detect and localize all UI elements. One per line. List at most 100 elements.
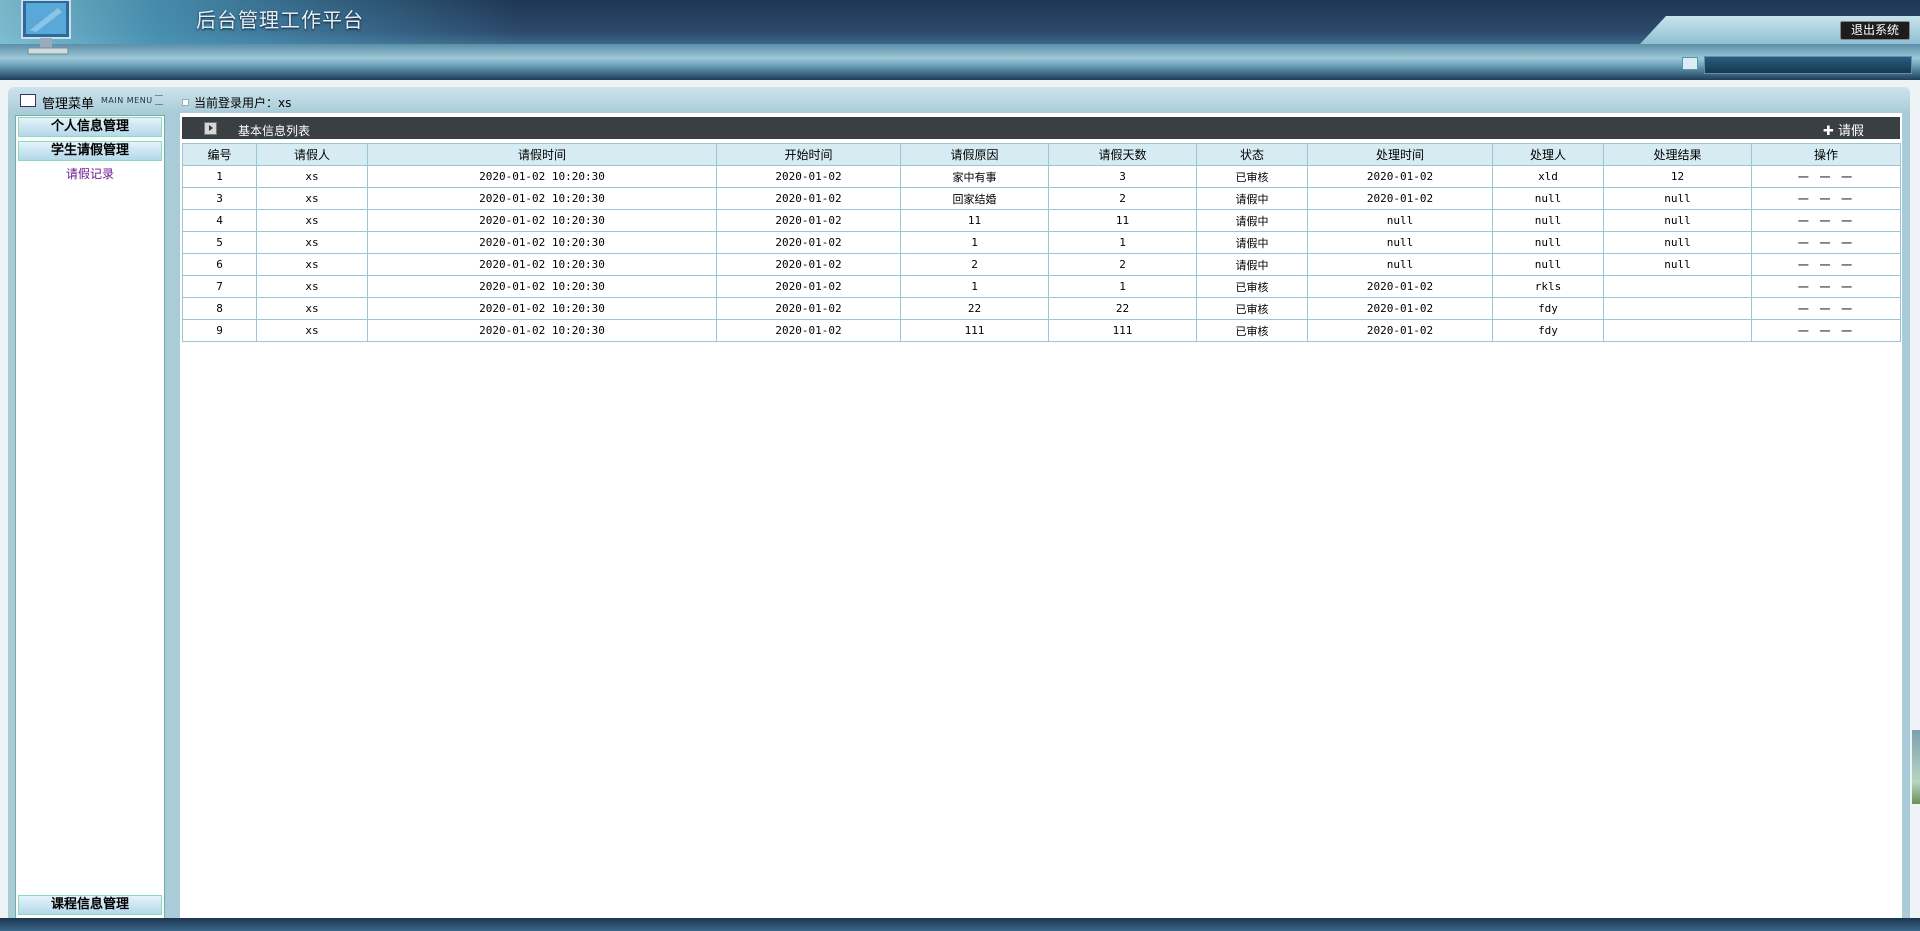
app-title: 后台管理工作平台 [196, 8, 364, 32]
table-cell: 6 [182, 253, 257, 276]
table-cell [1603, 297, 1752, 320]
table-cell: 2020-01-02 [716, 319, 901, 342]
table-cell: 2 [900, 253, 1049, 276]
table-cell: 11 [900, 209, 1049, 232]
table-cell: 1 [182, 165, 257, 188]
sidebar-section-leave-management[interactable]: 学生请假管理 [18, 141, 162, 161]
table-cell: 2 [1048, 253, 1197, 276]
table-cell: 2020-01-02 [716, 209, 901, 232]
table-cell: 已审核 [1196, 297, 1308, 320]
table-cell: xs [256, 319, 368, 342]
table-cell: 11 [1048, 209, 1197, 232]
menu-subtitle: MAIN MENU [101, 96, 153, 105]
table-cell: 请假中 [1196, 209, 1308, 232]
table-cell: 12 [1603, 165, 1752, 188]
table-row: 6 xs 2020-01-02 10:20:30 2020-01-02 2 2 请假中 nul… [182, 253, 1901, 276]
menu-collapse-icon[interactable] [155, 95, 163, 105]
column-header: 处理结果 [1603, 143, 1752, 166]
table-cell: 2020-01-02 [716, 253, 901, 276]
header-search-field[interactable] [1704, 56, 1912, 74]
table-cell: 1 [1048, 275, 1197, 298]
column-header: 操作 [1751, 143, 1901, 166]
menu-title: 管理菜单 [42, 97, 95, 112]
bullet-icon [182, 99, 189, 106]
monitor-logo-icon [21, 0, 71, 55]
app-header: 后台管理工作平台 退出系统 [0, 0, 1920, 80]
table-cell: null [1603, 187, 1752, 210]
main-divider [166, 113, 180, 918]
table-cell: xs [256, 209, 368, 232]
row-actions[interactable]: 一 一 一 [1751, 319, 1901, 342]
table-cell: 请假中 [1196, 187, 1308, 210]
table-cell: 2020-01-02 10:20:30 [367, 231, 717, 254]
table-cell: 2020-01-02 [716, 165, 901, 188]
table-cell: 2020-01-02 [716, 297, 901, 320]
screen-icon[interactable] [1682, 57, 1698, 70]
sidebar-section-personal-info[interactable]: 个人信息管理 [18, 117, 162, 137]
table-cell: xs [256, 297, 368, 320]
sidebar: 个人信息管理 学生请假管理 请假记录 课程信息管理 [15, 115, 165, 920]
sidebar-link-leave-records[interactable]: 请假记录 [16, 165, 164, 182]
table-cell: null [1492, 231, 1604, 254]
table-cell: 2020-01-02 [1307, 187, 1493, 210]
column-header: 请假人 [256, 143, 368, 166]
table-cell: 2020-01-02 10:20:30 [367, 275, 717, 298]
leave-table: 编号 请假人 请假时间 开始时间 请假原因 请假天数 状态 处理时间 处理人 处… [182, 143, 1901, 342]
table-cell: xs [256, 253, 368, 276]
row-actions[interactable]: 一 一 一 [1751, 187, 1901, 210]
table-cell: 已审核 [1196, 275, 1308, 298]
table-row: 5 xs 2020-01-02 10:20:30 2020-01-02 1 1 请假中 nul… [182, 231, 1901, 254]
table-cell: 2020-01-02 [1307, 275, 1493, 298]
table-cell: 2020-01-02 [1307, 297, 1493, 320]
table-cell: 22 [900, 297, 1049, 320]
table-cell: null [1307, 253, 1493, 276]
panel-title: 基本信息列表 [238, 124, 311, 138]
play-icon [204, 122, 217, 135]
row-actions[interactable]: 一 一 一 [1751, 297, 1901, 320]
table-cell: 3 [182, 187, 257, 210]
row-actions[interactable]: 一 一 一 [1751, 209, 1901, 232]
side-scroll-handle[interactable] [1912, 730, 1920, 804]
add-leave-button[interactable]: ✚ 请假 [1823, 120, 1864, 139]
table-cell: null [1492, 253, 1604, 276]
logout-button[interactable]: 退出系统 [1840, 21, 1910, 40]
table-cell: 3 [1048, 165, 1197, 188]
row-actions[interactable]: 一 一 一 [1751, 275, 1901, 298]
row-actions[interactable]: 一 一 一 [1751, 165, 1901, 188]
table-cell: fdy [1492, 297, 1604, 320]
table-cell: 2020-01-02 [1307, 165, 1493, 188]
table-cell: xs [256, 165, 368, 188]
table-cell: 5 [182, 231, 257, 254]
column-header: 编号 [182, 143, 257, 166]
table-cell: 2 [1048, 187, 1197, 210]
menu-icon [20, 94, 36, 107]
row-actions[interactable]: 一 一 一 [1751, 253, 1901, 276]
table-row: 9 xs 2020-01-02 10:20:30 2020-01-02 111 111 已审… [182, 319, 1901, 342]
menu-bar: 管理菜单 MAIN MENU 当前登录用户：xs [8, 87, 1910, 113]
table-cell: 1 [900, 275, 1049, 298]
table-row: 8 xs 2020-01-02 10:20:30 2020-01-02 22 22 已审核 2… [182, 297, 1901, 320]
table-cell: xs [256, 275, 368, 298]
table-cell: null [1307, 209, 1493, 232]
table-cell: 请假中 [1196, 231, 1308, 254]
table-cell: 9 [182, 319, 257, 342]
table-row: 1 xs 2020-01-02 10:20:30 2020-01-02 家中有事 3 已审核… [182, 165, 1901, 188]
table-cell [1603, 319, 1752, 342]
table-cell: 2020-01-02 10:20:30 [367, 209, 717, 232]
column-header: 请假原因 [900, 143, 1049, 166]
table-cell: 111 [900, 319, 1049, 342]
table-cell: 已审核 [1196, 319, 1308, 342]
table-cell: 已审核 [1196, 165, 1308, 188]
table-cell: null [1603, 209, 1752, 232]
table-row: 7 xs 2020-01-02 10:20:30 2020-01-02 1 1 已审核 202… [182, 275, 1901, 298]
row-actions[interactable]: 一 一 一 [1751, 231, 1901, 254]
table-cell: 7 [182, 275, 257, 298]
table-cell: 2020-01-02 10:20:30 [367, 253, 717, 276]
main-content: 基本信息列表 ✚ 请假 编号 请假人 请假时间 开始时间 请假原因 请假天数 状… [180, 113, 1902, 918]
table-cell: 2020-01-02 10:20:30 [367, 187, 717, 210]
column-header: 请假天数 [1048, 143, 1197, 166]
sidebar-section-course-info[interactable]: 课程信息管理 [18, 895, 162, 915]
footer-bar [0, 918, 1920, 931]
table-cell: 2020-01-02 [716, 275, 901, 298]
table-cell: 回家结婚 [900, 187, 1049, 210]
